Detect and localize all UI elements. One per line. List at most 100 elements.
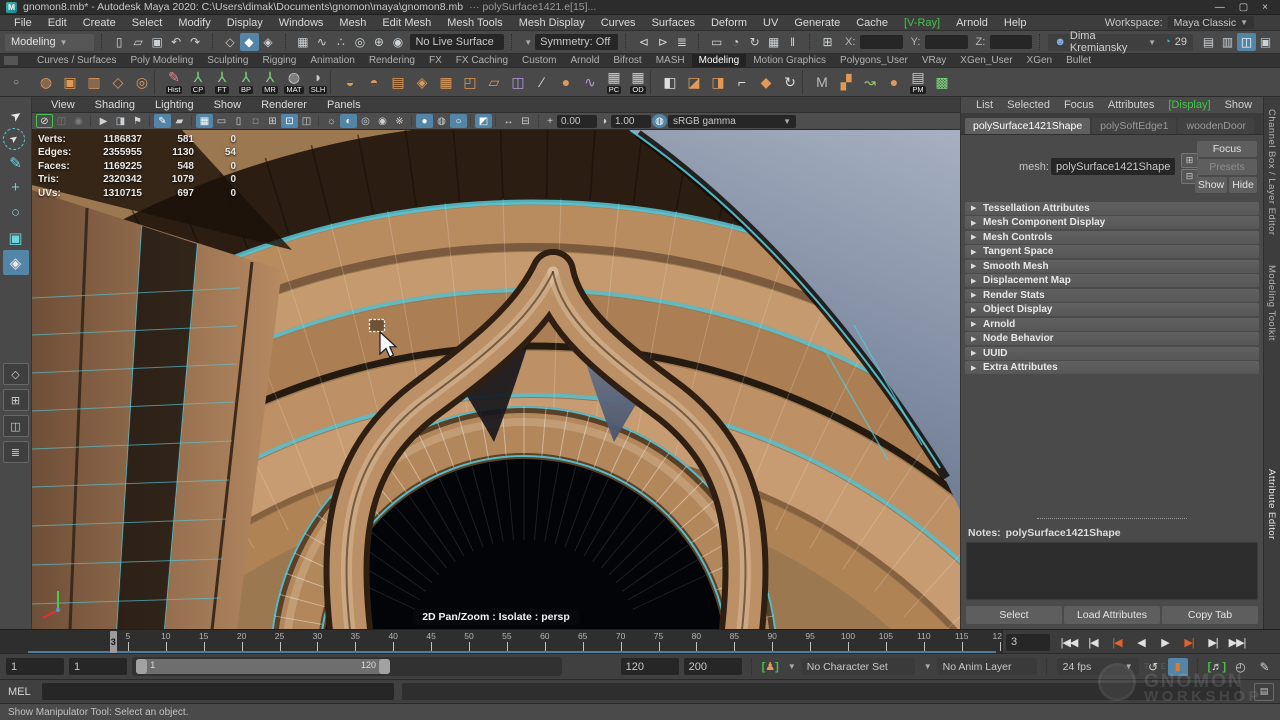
camera-lock-icon[interactable]: ◫ <box>53 114 70 128</box>
step-forward-frame-button[interactable]: ▶| <box>1201 632 1225 652</box>
poly-torus-icon[interactable]: ◎ <box>130 69 154 96</box>
construction-history-toggle-icon[interactable]: ≣ <box>672 33 691 51</box>
mirror-icon[interactable]: ◫ <box>506 69 530 96</box>
viewport-canvas[interactable]: Verts: 1186837 581 0 Edges: 2355955 1130… <box>32 130 960 630</box>
wireframe-display-icon[interactable]: ○ <box>450 114 467 128</box>
animation-start-field[interactable]: 1 <box>6 658 64 675</box>
live-surface-field[interactable]: No Live Surface <box>410 34 504 50</box>
attribute-section-header[interactable]: ▶ Mesh Component Display <box>965 216 1259 229</box>
mash-icon[interactable]: M <box>810 69 834 96</box>
shelf-tab[interactable]: Curves / Surfaces <box>30 54 123 67</box>
paint-tool-icon[interactable]: ✎ <box>154 114 171 128</box>
maximize-button[interactable]: ▢ <box>1239 2 1248 13</box>
shelf-tab[interactable]: Polygons_User <box>833 54 915 67</box>
transform-input-icon[interactable]: ⊞ <box>818 33 837 51</box>
current-frame-marker[interactable]: 3 <box>110 631 117 653</box>
attribute-editor-tab[interactable]: polySurface1421Shape <box>965 118 1090 134</box>
close-button[interactable]: × <box>1262 2 1268 13</box>
menu-item[interactable]: Mesh Tools <box>439 17 510 29</box>
menu-item[interactable]: Select <box>124 17 171 29</box>
camera-attributes-icon[interactable]: ◨ <box>112 114 129 128</box>
open-scene-icon[interactable]: ▱ <box>129 33 148 51</box>
poly-cylinder-icon[interactable]: ▥ <box>82 69 106 96</box>
smooth-icon[interactable]: ● <box>554 69 578 96</box>
play-backwards-button[interactable]: ◀ <box>1129 632 1153 652</box>
center-pivot-icon[interactable]: ⅄ CP <box>186 69 210 96</box>
fill-hole-icon[interactable]: ▦ <box>434 69 458 96</box>
animation-end-field[interactable]: 200 <box>684 658 742 675</box>
gamma-icon[interactable]: ◑ <box>598 114 610 128</box>
move-tool-icon[interactable]: + <box>3 175 29 200</box>
current-frame-field[interactable]: 3 <box>1006 634 1050 651</box>
construction-history-icon[interactable]: ✎ Hist <box>162 69 186 96</box>
menu-item[interactable]: [V-Ray] <box>896 17 948 29</box>
command-input[interactable] <box>42 683 394 700</box>
shelf-tab[interactable]: Animation <box>303 54 361 67</box>
bookmark-icon[interactable]: ⚑ <box>129 114 146 128</box>
attribute-section-header[interactable]: ▶ Render Stats <box>965 289 1259 302</box>
lighting-icon[interactable]: ☼ <box>323 114 340 128</box>
menu-item[interactable]: Deform <box>703 17 755 29</box>
attribute-editor-menu-item[interactable]: Show <box>1218 99 1260 111</box>
attribute-section-header[interactable]: ▶ Mesh Controls <box>965 231 1259 244</box>
character-set-dropdown[interactable]: No Character Set <box>801 658 915 675</box>
attribute-editor-menu-item[interactable]: Selected <box>1000 99 1057 111</box>
paint-fx-icon[interactable]: ↝ <box>858 69 882 96</box>
spin-edge-icon[interactable]: ↻ <box>778 69 802 96</box>
show-button[interactable]: Show <box>1195 177 1227 193</box>
menu-item[interactable]: Help <box>996 17 1035 29</box>
pause-viewport-icon[interactable]: ‖ <box>783 33 802 51</box>
viewport-menu-item[interactable]: Panels <box>318 99 370 111</box>
gate-mask-icon[interactable]: ◘ <box>247 114 264 128</box>
step-forward-key-button[interactable]: ▶| <box>1177 632 1201 652</box>
go-to-end-button[interactable]: ▶▶| <box>1225 632 1249 652</box>
outliner-panel-icon[interactable]: ≣ <box>3 441 29 463</box>
x-input[interactable] <box>860 35 902 49</box>
sidebar-tool-settings-icon[interactable]: ▥ <box>1218 33 1237 51</box>
viewport-menu-item[interactable]: Lighting <box>146 99 203 111</box>
save-scene-icon[interactable]: ▣ <box>148 33 167 51</box>
two-pane-layout-icon[interactable]: ◫ <box>3 415 29 437</box>
focus-button[interactable]: Focus <box>1197 141 1257 157</box>
paint-select-tool-icon[interactable]: ✎ <box>3 150 29 175</box>
separate-icon[interactable]: ◓ <box>362 69 386 96</box>
playback-start-field[interactable]: 1 <box>69 658 127 675</box>
input-connections-icon[interactable]: ⊲ <box>634 33 653 51</box>
range-end-handle[interactable] <box>379 659 390 674</box>
freeze-transform-icon[interactable]: ⅄ FT <box>210 69 234 96</box>
snap-view-plane-icon[interactable]: ⊕ <box>369 33 388 51</box>
shelf-tab[interactable]: Rendering <box>362 54 422 67</box>
shelf-menu-icon[interactable] <box>4 56 18 65</box>
shelf-tab[interactable]: Motion Graphics <box>746 54 833 67</box>
transform-constraint-icon[interactable]: ◧ <box>658 69 682 96</box>
z-input[interactable] <box>990 35 1032 49</box>
attribute-editor-tab[interactable]: polySoftEdge1 <box>1092 118 1176 134</box>
assign-material-icon[interactable]: ◍ MAT <box>282 69 306 96</box>
snap-grid-icon[interactable]: ▦ <box>293 33 312 51</box>
pm-icon[interactable]: ▤ PM <box>906 69 930 96</box>
symmetry-field[interactable]: Symmetry: Off <box>535 34 618 50</box>
attribute-section-header[interactable]: ▶ Tangent Space <box>965 245 1259 258</box>
menu-item[interactable]: Create <box>75 17 124 29</box>
output-connections-icon[interactable]: ⊳ <box>653 33 672 51</box>
shelf-tab[interactable]: XGen <box>1020 54 1060 67</box>
sidebar-modeling-toolkit-icon[interactable]: ▣ <box>1256 33 1275 51</box>
color-management-icon[interactable]: ◍ <box>652 114 667 128</box>
extrude-icon[interactable]: ◰ <box>458 69 482 96</box>
sidebar-channel-box-icon[interactable]: ◫ <box>1237 33 1256 51</box>
snap-point-icon[interactable]: ∴ <box>331 33 350 51</box>
playback-speed-icon[interactable]: ◴ <box>1231 658 1250 676</box>
make-live-icon[interactable]: ◉ <box>388 33 407 51</box>
attribute-editor-menu-item[interactable]: Focus <box>1057 99 1101 111</box>
attribute-section-header[interactable]: ▶ Displacement Map <box>965 274 1259 287</box>
presets-button[interactable]: Presets <box>1197 159 1257 175</box>
attribute-editor-menu-item[interactable]: Attributes <box>1101 99 1161 111</box>
sidebar-tab-channel-box[interactable]: Channel Box / Layer Editor <box>1266 109 1277 236</box>
show-manipulator-tool-icon[interactable]: ◈ <box>3 250 29 275</box>
workspace-dropdown[interactable]: Maya Classic▼ <box>1168 16 1254 29</box>
pc-icon[interactable]: ▦ PC <box>602 69 626 96</box>
auto-keyframe-icon[interactable]: ▮ <box>1168 658 1188 676</box>
script-editor-icon[interactable]: ▤ <box>1254 683 1274 701</box>
menu-item[interactable]: Modify <box>170 17 218 29</box>
pan-zoom-icon[interactable]: ↔ <box>500 114 517 128</box>
